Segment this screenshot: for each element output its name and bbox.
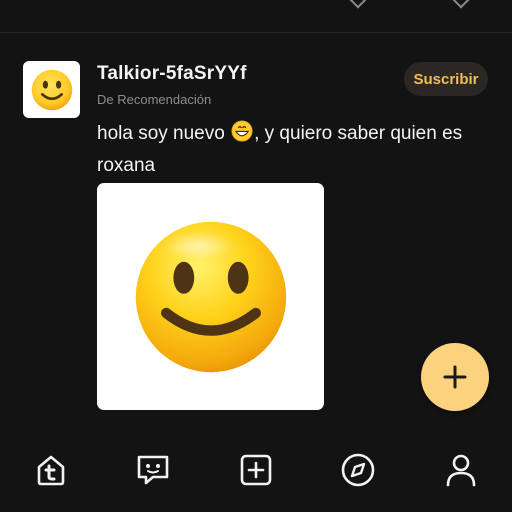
nav-profile[interactable] [441,450,481,490]
home-t-icon [37,455,65,486]
nav-explore[interactable] [338,450,378,490]
subscribe-button[interactable]: Suscribir [404,62,488,96]
plus-icon [443,365,467,389]
previous-post-fragment [0,0,512,33]
smiling-face-icon [135,221,286,372]
create-post-button[interactable] [421,343,489,411]
compass-icon [341,453,375,487]
chevron-down-icon[interactable] [452,0,470,9]
nav-home[interactable] [31,450,71,490]
post-body-text: hola soy nuevo , y quiero saber quien es… [97,119,492,180]
nav-messages[interactable] [133,450,173,490]
post-author-name[interactable]: Talkior-5faSrYYf [97,63,247,85]
chevron-down-icon[interactable] [349,0,367,9]
add-square-icon [240,454,272,486]
post-image[interactable] [97,183,324,410]
app-screen: Talkior-5faSrYYf De Recomendación Suscri… [0,0,512,512]
nav-create[interactable] [236,450,276,490]
post-text-part-1: hola soy nuevo [97,123,231,144]
post-source-label: De Recomendación [97,92,212,107]
grinning-face-emoji-icon [231,120,253,151]
chat-bubble-icon [137,455,169,485]
user-avatar[interactable] [23,61,80,118]
profile-icon [446,454,476,487]
slightly-smiling-face-icon [31,69,72,110]
bottom-navigation [0,432,512,512]
